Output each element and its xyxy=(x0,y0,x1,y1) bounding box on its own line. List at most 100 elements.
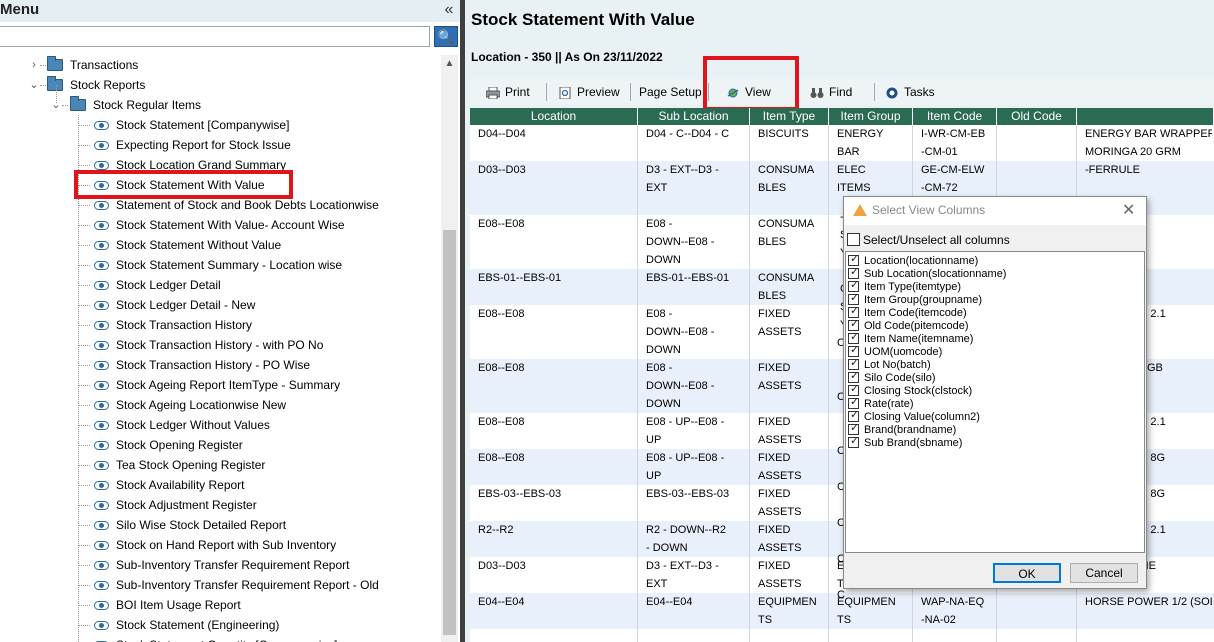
tree-connector xyxy=(78,425,90,426)
column-checkbox[interactable] xyxy=(848,409,859,422)
expand-toggle-icon[interactable]: ⌄ xyxy=(28,75,40,95)
select-view-columns-dialog: Select View Columns ✕ Select/Unselect al… xyxy=(843,196,1147,589)
grid-cell: EBS-01--EBS-01 xyxy=(478,272,562,284)
column-checkbox[interactable] xyxy=(848,370,859,383)
tree-item-report[interactable]: Stock Ageing Report ItemType - Summary xyxy=(0,375,440,395)
column-option[interactable]: Lot No(batch) xyxy=(848,357,1138,372)
tree-item-report[interactable]: Stock Availability Report xyxy=(0,475,440,495)
find-label: Find xyxy=(829,85,853,99)
column-checkbox[interactable] xyxy=(848,279,859,292)
column-checkbox[interactable] xyxy=(848,422,859,435)
grid-header-cell[interactable]: Item Type xyxy=(750,108,829,125)
grid-cell: E08 - UP--E08 - UP xyxy=(646,416,725,446)
location-line: Location - 350 || As On 23/11/2022 xyxy=(471,50,663,64)
tree-item-report[interactable]: Stock Statement With Value- Account Wise xyxy=(0,215,440,235)
find-button[interactable]: Find xyxy=(810,79,852,105)
tree-item-report[interactable]: Silo Wise Stock Detailed Report xyxy=(0,515,440,535)
print-button[interactable]: Print xyxy=(486,79,530,105)
close-icon[interactable]: ✕ xyxy=(1122,200,1135,220)
tree-item-report[interactable]: Stock Statement [Companywise] xyxy=(0,115,440,135)
column-checkbox[interactable] xyxy=(848,357,859,370)
cancel-button[interactable]: Cancel xyxy=(1070,563,1138,583)
eye-icon xyxy=(94,201,109,210)
page-setup-label: Page Setup xyxy=(639,85,702,99)
select-all-row[interactable]: Select/Unselect all columns xyxy=(847,231,1143,249)
column-checkbox[interactable] xyxy=(848,383,859,396)
ok-button[interactable]: OK xyxy=(993,563,1061,583)
tree-connector xyxy=(78,525,90,526)
select-all-checkbox[interactable] xyxy=(847,233,860,246)
column-option[interactable]: Closing Stock(clstock) xyxy=(848,383,1138,398)
column-checkbox[interactable] xyxy=(848,305,859,318)
page-setup-button[interactable]: Page Setup xyxy=(639,79,702,105)
tree-item-report[interactable]: Stock Ledger Without Values xyxy=(0,415,440,435)
tree-scrollbar[interactable]: ▲ xyxy=(441,55,458,642)
tree-item-report[interactable]: Stock Adjustment Register xyxy=(0,495,440,515)
tree-folder-2[interactable]: ⌄ Stock Reports xyxy=(0,75,440,95)
column-option[interactable]: Silo Code(silo) xyxy=(848,370,1138,385)
search-button[interactable]: 🔍 xyxy=(434,26,458,47)
grid-header-cell[interactable]: Old Code xyxy=(997,108,1077,125)
collapse-panel-icon[interactable]: « xyxy=(440,0,458,20)
column-option-label: Closing Value(column2) xyxy=(864,411,980,423)
tree-item-report[interactable]: Stock Statement Summary - Location wise xyxy=(0,255,440,275)
tree-connector xyxy=(78,165,90,166)
column-option[interactable]: Sub Brand(sbname) xyxy=(848,435,1138,450)
tree-item-label: Stock Transaction History - PO Wise xyxy=(116,358,311,372)
scroll-up-icon[interactable]: ▲ xyxy=(441,55,458,72)
tasks-button[interactable]: Tasks xyxy=(885,79,935,105)
column-checkbox[interactable] xyxy=(848,331,859,344)
column-option[interactable]: Rate(rate) xyxy=(848,396,1138,411)
column-checkbox[interactable] xyxy=(848,396,859,409)
tree-folder-1[interactable]: › Transactions xyxy=(0,55,440,75)
tree-item-report[interactable]: Stock Transaction History - with PO No xyxy=(0,335,440,355)
column-option[interactable]: Item Code(itemcode) xyxy=(848,305,1138,320)
grid-header-cell[interactable]: Location xyxy=(470,108,638,125)
grid-header-cell[interactable]: Item Group xyxy=(829,108,913,125)
tree-item-report[interactable]: Stock Statement (Engineering) xyxy=(0,615,440,635)
expand-toggle-icon[interactable]: › xyxy=(28,55,40,75)
grid-cell: FIXED ASSETS xyxy=(758,524,802,554)
column-option[interactable]: UOM(uomcode) xyxy=(848,344,1138,359)
column-checkbox[interactable] xyxy=(848,318,859,331)
tree-item-report[interactable]: BOI Item Usage Report xyxy=(0,595,440,615)
column-option-label: Closing Stock(clstock) xyxy=(864,385,973,397)
tree-item-report[interactable]: Stock Opening Register xyxy=(0,435,440,455)
column-option[interactable]: Location(locationname) xyxy=(848,253,1138,268)
tree-connector xyxy=(78,325,90,326)
grid-cell: FIXED ASSETS xyxy=(758,416,802,446)
column-checkbox[interactable] xyxy=(848,266,859,279)
column-option[interactable]: Brand(brandname) xyxy=(848,422,1138,437)
dialog-titlebar: Select View Columns ✕ xyxy=(844,197,1146,225)
tree-item-report[interactable]: Sub-Inventory Transfer Requirement Repor… xyxy=(0,575,440,595)
tree-item-report[interactable]: Stock on Hand Report with Sub Inventory xyxy=(0,535,440,555)
tree-item-report[interactable]: Stock Statement Quantity [Companywise] xyxy=(0,635,440,642)
table-row[interactable]: D04--D04 D04 - C--D04 - C BISCUITS ENERGY B… xyxy=(470,125,1214,161)
column-checkbox[interactable] xyxy=(848,292,859,305)
tree-item-report[interactable]: Stock Ageing Locationwise New xyxy=(0,395,440,415)
column-checkbox[interactable] xyxy=(848,344,859,357)
column-option[interactable]: Closing Value(column2) xyxy=(848,409,1138,424)
grid-header-cell[interactable]: Sub Location xyxy=(638,108,750,125)
tree-item-report[interactable]: Stock Transaction History - PO Wise xyxy=(0,355,440,375)
tree-item-report[interactable]: Expecting Report for Stock Issue xyxy=(0,135,440,155)
column-checkbox[interactable] xyxy=(848,435,859,448)
column-option[interactable]: Item Group(groupname) xyxy=(848,292,1138,307)
scroll-thumb[interactable] xyxy=(443,230,456,635)
column-checkbox[interactable] xyxy=(848,253,859,266)
menu-search-input[interactable] xyxy=(0,26,430,47)
tree-item-report[interactable]: Stock Statement Without Value xyxy=(0,235,440,255)
preview-button[interactable]: Preview xyxy=(558,79,620,105)
tree-item-report[interactable]: Stock Ledger Detail - New xyxy=(0,295,440,315)
column-option[interactable]: Item Type(itemtype) xyxy=(848,279,1138,294)
tree-item-report[interactable]: Stock Ledger Detail xyxy=(0,275,440,295)
column-option[interactable]: Old Code(pitemcode) xyxy=(848,318,1138,333)
column-option[interactable]: Item Name(itemname) xyxy=(848,331,1138,346)
tree-item-report[interactable]: Sub-Inventory Transfer Requirement Repor… xyxy=(0,555,440,575)
grid-header-cell[interactable]: Item Code xyxy=(913,108,997,125)
tree-folder-3[interactable]: ⌄ Stock Regular Items xyxy=(0,95,440,115)
column-option[interactable]: Sub Location(slocationname) xyxy=(848,266,1138,281)
tree-item-report[interactable]: Tea Stock Opening Register xyxy=(0,455,440,475)
grid-header-cell[interactable] xyxy=(1077,108,1214,125)
tree-item-report[interactable]: Stock Transaction History xyxy=(0,315,440,335)
